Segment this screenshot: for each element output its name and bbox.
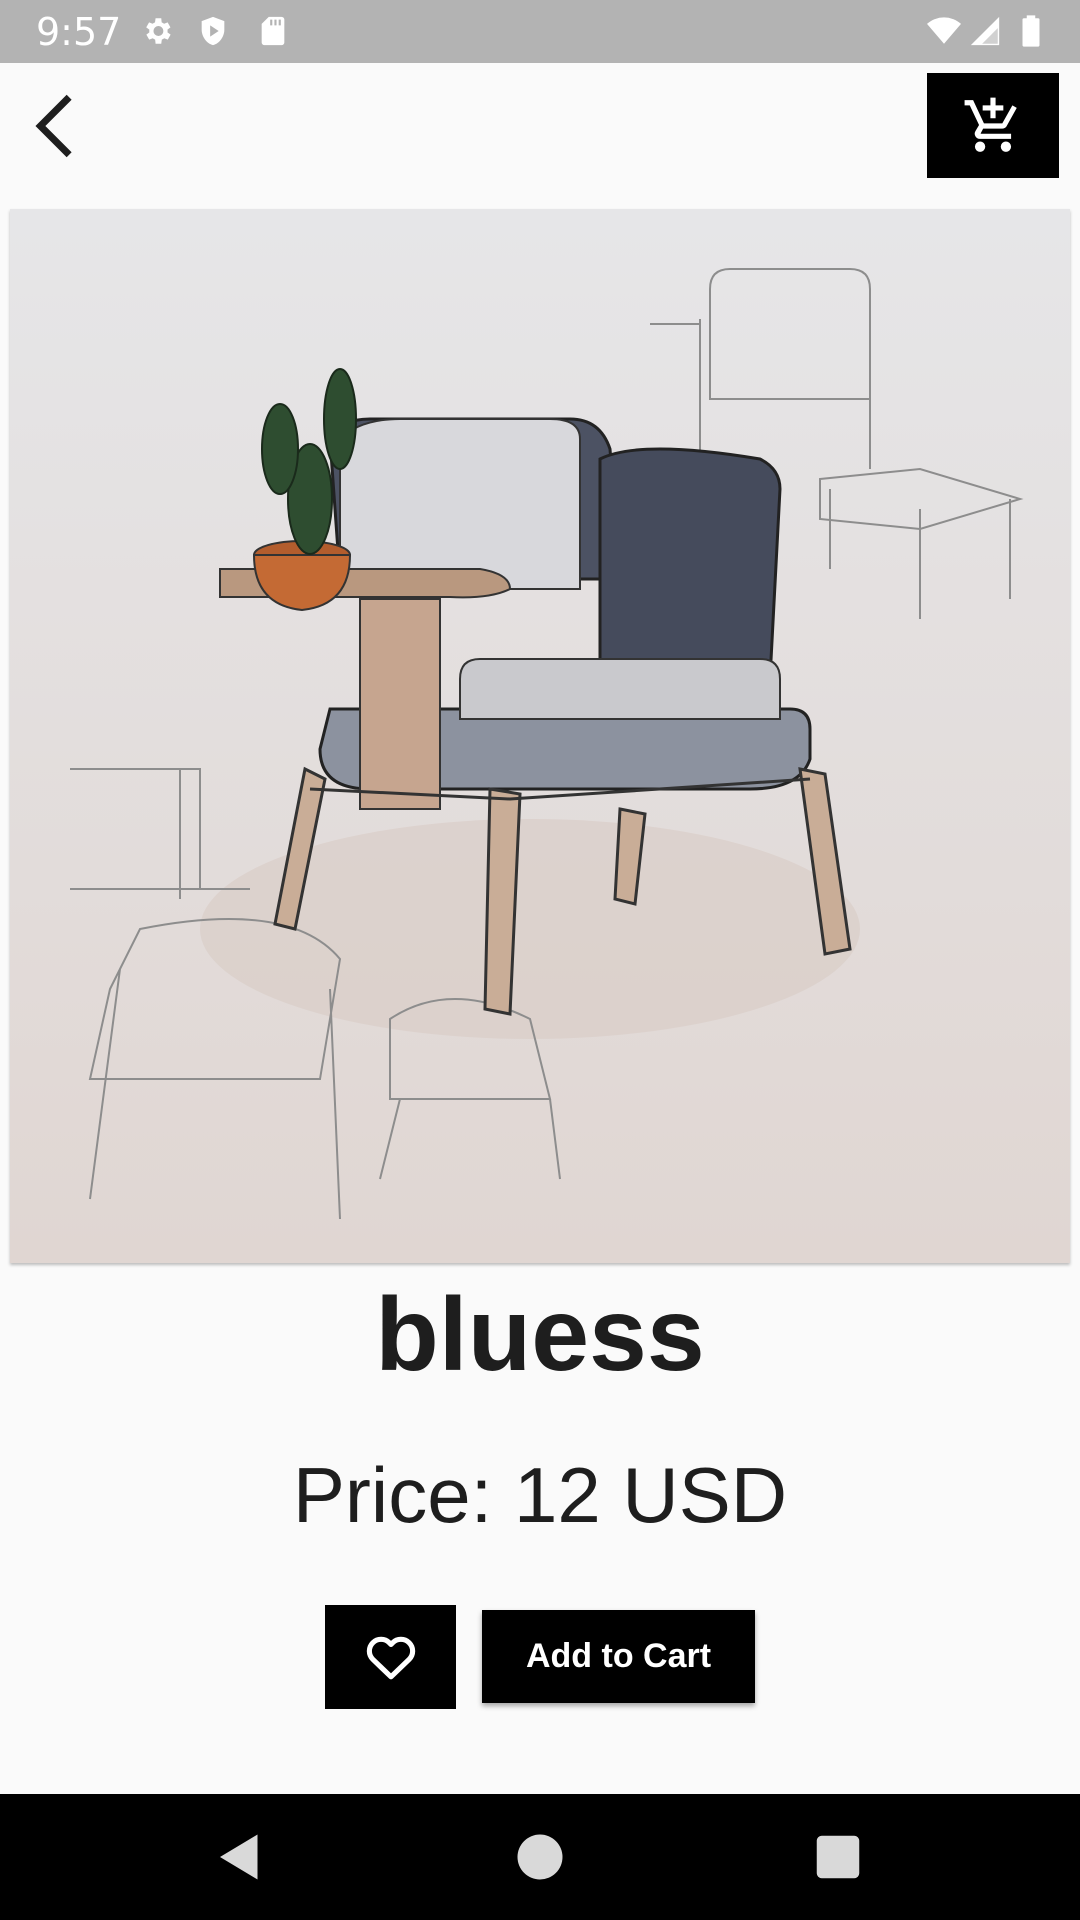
- wifi-icon: [927, 17, 961, 44]
- add-to-cart-toolbar-button[interactable]: [927, 73, 1059, 178]
- armchair-sketch-image: [10, 209, 1070, 1263]
- back-button[interactable]: [20, 91, 90, 161]
- cell-signal-icon: [970, 16, 1000, 46]
- home-circle-icon[interactable]: [510, 1827, 570, 1887]
- system-nav-bar: [0, 1794, 1080, 1920]
- shield-play-icon: [201, 16, 225, 46]
- status-bar: 9:57: [0, 0, 1080, 63]
- product-price: Price: 12 USD: [292, 1451, 788, 1539]
- favorite-button[interactable]: [325, 1605, 456, 1709]
- settings-icon: [146, 18, 171, 44]
- battery-icon: [1022, 15, 1040, 47]
- heart-outline-icon: [366, 1636, 415, 1680]
- add-shopping-cart-icon: [964, 97, 1017, 152]
- chevron-left-icon: [35, 94, 72, 158]
- sd-card-icon: [261, 16, 285, 46]
- recents-square-icon[interactable]: [808, 1827, 868, 1887]
- app-bar: [0, 63, 1080, 209]
- product-image: [10, 209, 1070, 1263]
- status-time: 9:57: [36, 10, 122, 54]
- product-name: bluess: [375, 1277, 705, 1393]
- add-to-cart-button[interactable]: Add to Cart: [482, 1610, 755, 1703]
- back-triangle-icon[interactable]: [210, 1827, 270, 1887]
